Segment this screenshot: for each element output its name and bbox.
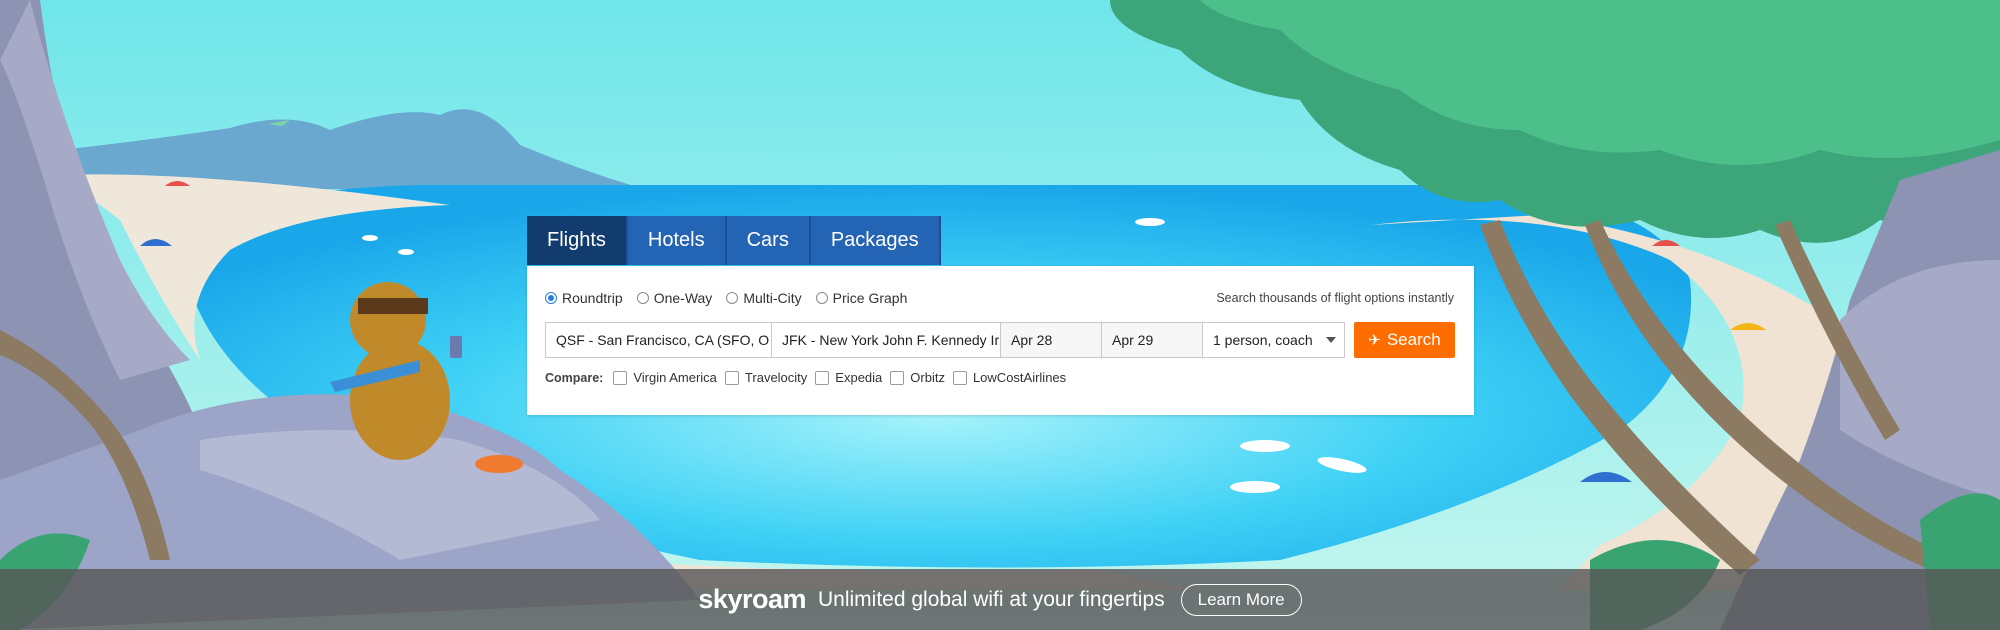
compare-site-label: Travelocity [744,370,808,385]
compare-virgin-america[interactable]: Virgin America [613,370,717,385]
trip-type-label: Multi-City [743,290,802,306]
tab-cars[interactable]: Cars [726,216,811,265]
origin-input[interactable]: QSF - San Francisco, CA (SFO, O [545,322,772,358]
radio-button[interactable] [815,292,828,304]
skyroam-logo: skyroam [698,584,806,614]
tab-packages[interactable]: Packages [810,216,941,265]
search-tabs: Flights Hotels Cars Packages [527,216,941,265]
depart-date-input[interactable]: Apr 28 [1000,322,1102,358]
compare-lowcostairlines[interactable]: LowCostAirlines [952,370,1067,385]
trip-type-one-way[interactable]: One-Way [636,290,713,306]
caret-down-icon [1326,337,1336,343]
learn-more-button[interactable]: Learn More [1180,583,1302,616]
search-tagline: Search thousands of flight options insta… [1216,291,1454,305]
trip-type-price-graph[interactable]: Price Graph [815,290,908,306]
return-date-input[interactable]: Apr 29 [1101,322,1203,358]
search-button-label: Search [1386,330,1441,349]
checkbox[interactable] [613,370,628,385]
radio-button[interactable] [726,292,739,304]
compare-site-label: Virgin America [633,370,717,385]
compare-site-label: LowCostAirlines [972,370,1067,385]
compare-travelocity[interactable]: Travelocity [724,370,808,385]
flight-search-panel: Roundtrip One-Way Multi-City Price Graph… [527,266,1474,415]
compare-site-label: Expedia [835,370,883,385]
passengers-select[interactable]: 1 person, coach [1202,322,1345,358]
checkbox[interactable] [815,370,830,385]
compare-expedia[interactable]: Expedia [815,370,882,385]
compare-sites: Compare: Virgin America Travelocity Expe… [545,370,1074,385]
search-button[interactable]: ✈ Search [1354,322,1455,358]
compare-label: Compare: [545,370,604,385]
trip-type-multi-city[interactable]: Multi-City [726,290,802,306]
radio-button[interactable] [545,292,557,304]
trip-type-label: Price Graph [832,290,908,306]
destination-input[interactable]: JFK - New York John F. Kennedy Ir [771,322,1001,358]
passengers-value: 1 person, coach [1213,332,1313,348]
checkbox[interactable] [890,370,905,385]
ad-banner[interactable]: skyroam Unlimited global wifi at your fi… [0,569,2000,630]
airplane-icon: ✈ [1368,332,1381,349]
trip-type-options: Roundtrip One-Way Multi-City Price Graph [545,290,921,306]
tab-hotels[interactable]: Hotels [627,216,727,265]
compare-site-label: Orbitz [910,370,945,385]
trip-type-label: Roundtrip [562,290,623,306]
checkbox[interactable] [952,370,967,385]
radio-button[interactable] [636,292,649,304]
search-fields: QSF - San Francisco, CA (SFO, O JFK - Ne… [545,322,1345,358]
compare-orbitz[interactable]: Orbitz [890,370,945,385]
trip-type-roundtrip[interactable]: Roundtrip [545,290,623,306]
trip-type-label: One-Way [653,290,713,306]
tab-flights[interactable]: Flights [527,216,628,265]
checkbox[interactable] [724,370,739,385]
ad-text: Unlimited global wifi at your fingertips [817,587,1165,611]
